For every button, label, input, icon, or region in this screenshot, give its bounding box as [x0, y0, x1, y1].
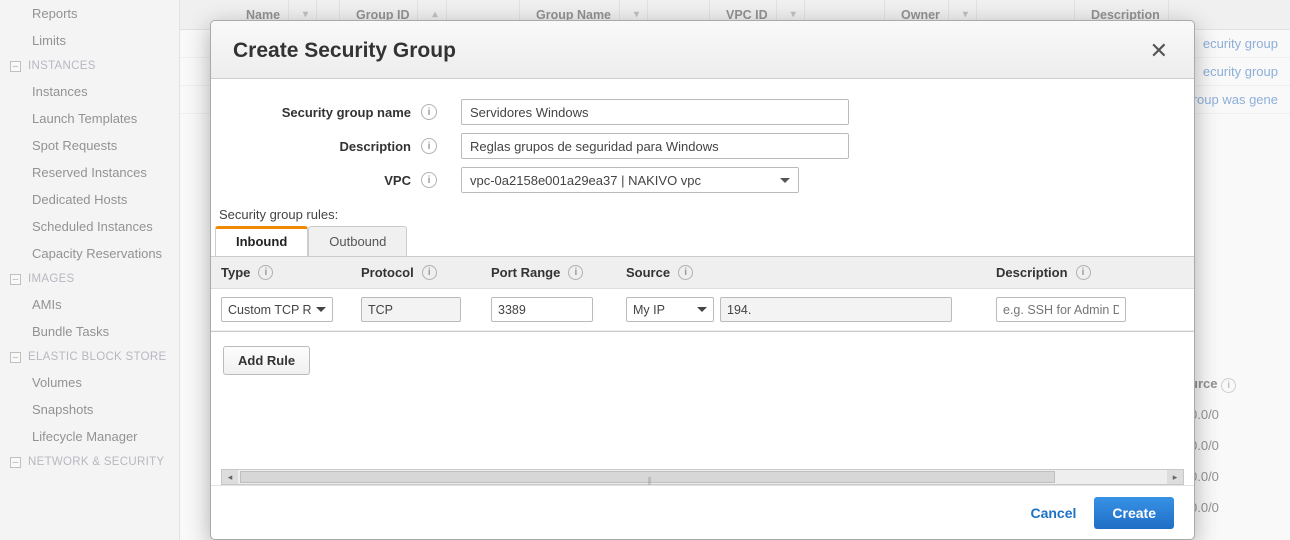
rule-source-mode-select[interactable]: My IP: [626, 297, 714, 322]
col-protocol: Protocoli: [351, 257, 481, 288]
info-icon[interactable]: i: [422, 265, 437, 280]
info-icon[interactable]: i: [421, 172, 437, 188]
info-icon[interactable]: i: [568, 265, 583, 280]
create-security-group-modal: Create Security Group ✕ Security group n…: [210, 20, 1195, 540]
rule-protocol-input: TCP: [361, 297, 461, 322]
add-rule-button[interactable]: Add Rule: [223, 346, 310, 375]
info-icon[interactable]: i: [421, 138, 437, 154]
col-rule-description: Descriptioni: [986, 257, 1194, 288]
security-group-description-input[interactable]: [461, 133, 849, 159]
chevron-down-icon: [316, 307, 326, 312]
label-sg-name: Security group name: [231, 105, 421, 120]
info-icon[interactable]: i: [421, 104, 437, 120]
col-port-range: Port Rangei: [481, 257, 616, 288]
modal-footer: Cancel Create: [211, 485, 1194, 539]
label-vpc: VPC: [231, 173, 421, 188]
security-group-name-input[interactable]: [461, 99, 849, 125]
rule-description-input[interactable]: [996, 297, 1126, 322]
rule-source-value-input: 194.: [720, 297, 952, 322]
modal-title: Create Security Group: [233, 39, 456, 63]
rule-type-select[interactable]: Custom TCP R: [221, 297, 333, 322]
tab-outbound[interactable]: Outbound: [308, 226, 407, 256]
scroll-right-icon[interactable]: ▸: [1167, 470, 1183, 484]
scroll-thumb[interactable]: ∥: [240, 471, 1055, 483]
modal-header: Create Security Group ✕: [211, 21, 1194, 79]
col-source: Sourcei: [616, 257, 986, 288]
rules-table: Typei Protocoli Port Rangei Sourcei Desc…: [211, 256, 1194, 332]
rule-row: Custom TCP R TCP My IP 194.: [211, 289, 1194, 331]
cancel-button[interactable]: Cancel: [1030, 505, 1076, 521]
rules-tabs: Inbound Outbound: [211, 226, 1194, 256]
chevron-down-icon: [697, 307, 707, 312]
close-icon[interactable]: ✕: [1146, 38, 1172, 64]
rule-port-input[interactable]: [491, 297, 593, 322]
scroll-left-icon[interactable]: ◂: [222, 470, 238, 484]
col-type: Typei: [211, 257, 351, 288]
tab-inbound[interactable]: Inbound: [215, 226, 308, 256]
label-sg-description: Description: [231, 139, 421, 154]
rules-label: Security group rules:: [211, 197, 1194, 226]
vpc-select[interactable]: vpc-0a2158e001a29ea37 | NAKIVO vpc: [461, 167, 799, 193]
create-button[interactable]: Create: [1094, 497, 1174, 529]
info-icon[interactable]: i: [1076, 265, 1091, 280]
horizontal-scrollbar[interactable]: ◂ ∥ ▸: [221, 469, 1184, 485]
info-icon[interactable]: i: [678, 265, 693, 280]
modal-body: Security group name i Description i VPC …: [211, 79, 1194, 485]
info-icon[interactable]: i: [258, 265, 273, 280]
chevron-down-icon: [780, 178, 790, 183]
